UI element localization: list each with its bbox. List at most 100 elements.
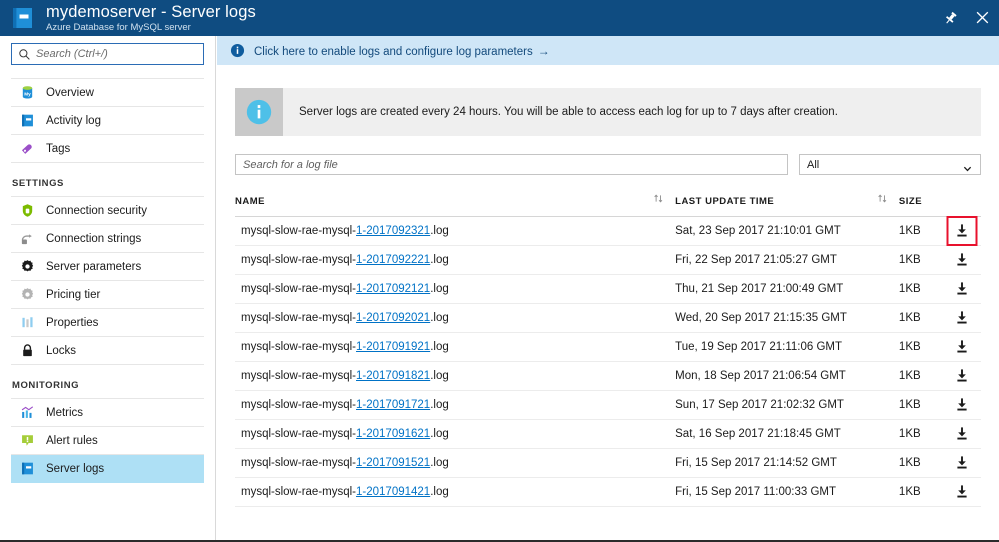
- log-file-name-link[interactable]: 1-2017091621: [356, 428, 430, 440]
- log-search-input[interactable]: [235, 154, 788, 175]
- download-icon[interactable]: [952, 395, 972, 415]
- sidebar-item-properties[interactable]: Properties: [11, 309, 204, 337]
- download-icon[interactable]: [952, 250, 972, 270]
- sidebar: My Overview Activity log: [0, 36, 216, 540]
- log-file-name-link[interactable]: 1-2017091921: [356, 341, 430, 353]
- log-file-name-suffix: .log: [430, 428, 449, 440]
- sidebar-item-label: Connection strings: [46, 232, 142, 245]
- log-last-update-time: Fri, 22 Sep 2017 21:05:27 GMT: [675, 245, 877, 275]
- sidebar-item-metrics[interactable]: Metrics: [11, 399, 204, 427]
- download-icon[interactable]: [952, 453, 972, 473]
- sidebar-item-overview[interactable]: My Overview: [11, 79, 204, 107]
- sidebar-item-locks[interactable]: Locks: [11, 337, 204, 365]
- log-file-name-suffix: .log: [430, 370, 449, 382]
- download-icon[interactable]: [952, 279, 972, 299]
- log-file-name-cell: mysql-slow-rae-mysql-1-2017091621.log: [235, 419, 653, 449]
- log-file-name-link[interactable]: 1-2017091721: [356, 399, 430, 411]
- download-icon[interactable]: [952, 366, 972, 386]
- log-download-cell: [943, 419, 981, 449]
- pin-icon[interactable]: [941, 9, 959, 27]
- close-icon[interactable]: [973, 9, 991, 27]
- row-spacer: [652, 303, 676, 333]
- log-file-name-suffix: .log: [430, 283, 449, 295]
- gear-icon: [19, 259, 35, 275]
- sidebar-item-pricing-tier[interactable]: Pricing tier: [11, 281, 204, 309]
- sidebar-item-label: Metrics: [46, 406, 84, 419]
- log-file-name-cell: mysql-slow-rae-mysql-1-2017091521.log: [235, 448, 653, 478]
- log-file-name-suffix: .log: [430, 254, 449, 266]
- row-spacer: [876, 245, 899, 275]
- log-last-update-time: Sun, 17 Sep 2017 21:02:32 GMT: [675, 390, 877, 420]
- search-input[interactable]: [36, 48, 197, 60]
- log-file-name-cell: mysql-slow-rae-mysql-1-2017091821.log: [235, 361, 653, 391]
- chevron-down-icon: [963, 160, 972, 171]
- download-icon[interactable]: [952, 221, 972, 241]
- log-file-name-link[interactable]: 1-2017092221: [356, 254, 430, 266]
- download-icon[interactable]: [952, 482, 972, 502]
- sidebar-item-server-parameters[interactable]: Server parameters: [11, 253, 204, 281]
- page-subtitle: Azure Database for MySQL server: [46, 21, 191, 33]
- sort-time-icon[interactable]: [876, 193, 899, 217]
- log-file-name-link[interactable]: 1-2017091521: [356, 457, 430, 469]
- activity-log-book-icon: [19, 113, 35, 129]
- log-file-name-cell: mysql-slow-rae-mysql-1-2017091421.log: [235, 477, 653, 507]
- enable-logs-banner-label: Click here to enable logs and configure …: [254, 45, 533, 58]
- log-file-name-prefix: mysql-slow-rae-mysql-: [241, 457, 357, 469]
- sidebar-item-connection-strings[interactable]: Connection strings: [11, 225, 204, 253]
- logs-info-notice-text: Server logs are created every 24 hours. …: [299, 106, 838, 118]
- log-file-name-link[interactable]: 1-2017092321: [356, 225, 430, 237]
- log-file-name-prefix: mysql-slow-rae-mysql-: [241, 312, 357, 324]
- log-file-name-link[interactable]: 1-2017092021: [356, 312, 430, 324]
- sidebar-search[interactable]: [11, 43, 204, 65]
- log-file-name-cell: mysql-slow-rae-mysql-1-2017092221.log: [235, 245, 653, 275]
- row-spacer: [876, 216, 899, 246]
- log-size: 1KB: [898, 448, 944, 478]
- enable-logs-banner[interactable]: Click here to enable logs and configure …: [217, 36, 999, 65]
- sidebar-item-activity-log[interactable]: Activity log: [11, 107, 204, 135]
- row-spacer: [652, 274, 676, 304]
- column-header-name[interactable]: NAME: [235, 193, 653, 217]
- row-spacer: [876, 361, 899, 391]
- log-size: 1KB: [898, 332, 944, 362]
- download-icon[interactable]: [952, 308, 972, 328]
- book-icon: [10, 5, 36, 31]
- sort-name-icon[interactable]: [652, 193, 676, 217]
- log-file-name-link[interactable]: 1-2017092121: [356, 283, 430, 295]
- table-row: mysql-slow-rae-mysql-1-2017092021.log Wed…: [235, 303, 981, 333]
- log-file-name-cell: mysql-slow-rae-mysql-1-2017091721.log: [235, 390, 653, 420]
- gear-light-icon: [19, 287, 35, 303]
- column-header-last-update-time[interactable]: LAST UPDATE TIME: [675, 193, 877, 217]
- column-header-download: [943, 193, 981, 217]
- column-header-size[interactable]: SIZE: [898, 193, 944, 217]
- log-file-name-cell: mysql-slow-rae-mysql-1-2017091921.log: [235, 332, 653, 362]
- logs-info-notice: Server logs are created every 24 hours. …: [235, 88, 981, 136]
- log-type-select[interactable]: All: [799, 154, 981, 175]
- log-last-update-time: Sat, 16 Sep 2017 21:18:45 GMT: [675, 419, 877, 449]
- search-icon: [18, 48, 31, 61]
- row-spacer: [876, 274, 899, 304]
- download-icon[interactable]: [952, 424, 972, 444]
- log-download-cell: [943, 274, 981, 304]
- log-file-name-cell: mysql-slow-rae-mysql-1-2017092021.log: [235, 303, 653, 333]
- table-row: mysql-slow-rae-mysql-1-2017091821.log Mon…: [235, 361, 981, 391]
- sidebar-item-connection-security[interactable]: Connection security: [11, 197, 204, 225]
- row-spacer: [876, 303, 899, 333]
- chart-icon: [19, 405, 35, 421]
- log-file-name-cell: mysql-slow-rae-mysql-1-2017092121.log: [235, 274, 653, 304]
- log-download-cell: [943, 448, 981, 478]
- log-file-name-link[interactable]: 1-2017091421: [356, 486, 430, 498]
- sidebar-nav-settings: Connection security Connection strings S…: [11, 196, 204, 365]
- log-file-name-link[interactable]: 1-2017091821: [356, 370, 430, 382]
- log-file-name-prefix: mysql-slow-rae-mysql-: [241, 486, 357, 498]
- sidebar-item-tags[interactable]: Tags: [11, 135, 204, 163]
- log-type-select-value: All: [807, 158, 820, 171]
- download-icon[interactable]: [952, 337, 972, 357]
- content-area: Server logs are created every 24 hours. …: [217, 65, 999, 507]
- sidebar-item-server-logs[interactable]: Server logs: [11, 455, 204, 483]
- sidebar-item-label: Tags: [46, 142, 71, 155]
- log-download-cell: [943, 477, 981, 507]
- row-spacer: [652, 419, 676, 449]
- sidebar-item-alert-rules[interactable]: Alert rules: [11, 427, 204, 455]
- server-logs-table: NAME LAST UPDATE TIME SIZE mysql-slow-ra…: [235, 193, 981, 507]
- mysql-database-icon: My: [19, 85, 35, 101]
